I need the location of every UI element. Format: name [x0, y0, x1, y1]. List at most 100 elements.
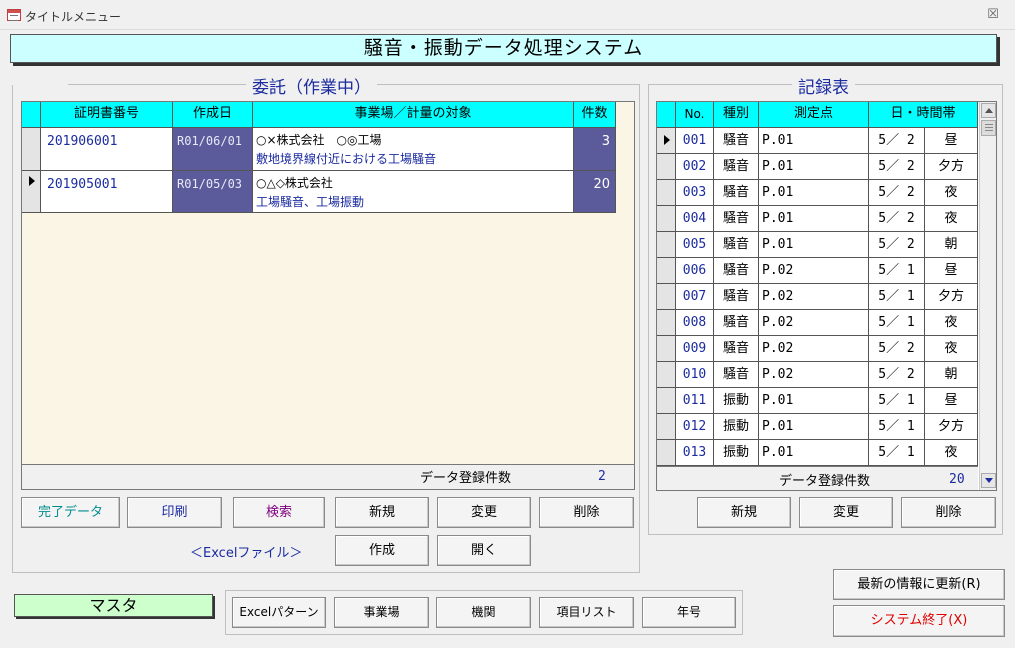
agency-master-button[interactable]: 機関 [436, 597, 531, 628]
date-cell[interactable]: R01/05/03 [173, 171, 253, 213]
record-slot-cell[interactable]: 夜 [925, 180, 978, 206]
record-type-cell[interactable]: 振動 [714, 414, 759, 440]
record-point-cell[interactable]: P.01 [759, 414, 869, 440]
business-master-button[interactable]: 事業場 [334, 597, 429, 628]
record-point-cell[interactable]: P.01 [759, 128, 869, 154]
record-type-cell[interactable]: 振動 [714, 388, 759, 414]
records-scrollbar[interactable] [979, 102, 996, 490]
record-type-cell[interactable]: 騒音 [714, 284, 759, 310]
record-type-cell[interactable]: 騒音 [714, 336, 759, 362]
record-no-cell[interactable]: 005 [676, 232, 714, 258]
delete-commission-button[interactable]: 削除 [539, 497, 634, 528]
record-type-cell[interactable]: 騒音 [714, 310, 759, 336]
record-no-cell[interactable]: 002 [676, 154, 714, 180]
record-day-cell[interactable]: 5／ 2 [869, 362, 925, 388]
record-type-cell[interactable]: 騒音 [714, 362, 759, 388]
record-point-cell[interactable]: P.02 [759, 258, 869, 284]
record-no-cell[interactable]: 012 [676, 414, 714, 440]
row-selector[interactable] [657, 388, 676, 414]
new-record-button[interactable]: 新規 [697, 497, 791, 528]
row-selector[interactable] [657, 284, 676, 310]
row-selector[interactable] [657, 440, 676, 466]
business-cell[interactable]: ○△◇株式会社 工場騒音、工場振動 [253, 171, 574, 213]
record-row[interactable]: 004 騒音 P.01 5／ 2夜 [657, 206, 978, 232]
record-no-cell[interactable]: 003 [676, 180, 714, 206]
row-selector[interactable] [657, 336, 676, 362]
record-point-cell[interactable]: P.01 [759, 180, 869, 206]
change-commission-button[interactable]: 変更 [437, 497, 531, 528]
record-no-cell[interactable]: 006 [676, 258, 714, 284]
exit-system-button[interactable]: システム終了(X) [833, 605, 1005, 637]
close-window-button[interactable]: ☒ [980, 4, 1006, 26]
record-type-cell[interactable]: 騒音 [714, 128, 759, 154]
date-cell[interactable]: R01/06/01 [173, 128, 253, 171]
row-selector[interactable] [22, 171, 41, 213]
record-day-cell[interactable]: 5／ 1 [869, 258, 925, 284]
record-type-cell[interactable]: 騒音 [714, 206, 759, 232]
record-row[interactable]: 005 騒音 P.01 5／ 2朝 [657, 232, 978, 258]
record-row[interactable]: 011 振動 P.01 5／ 1昼 [657, 388, 978, 414]
record-row[interactable]: 012 振動 P.01 5／ 1 夕方 [657, 414, 978, 440]
record-row[interactable]: 013 振動 P.01 5／ 1夜 [657, 440, 978, 466]
era-master-button[interactable]: 年号 [642, 597, 736, 628]
change-record-button[interactable]: 変更 [799, 497, 893, 528]
record-slot-cell[interactable]: 昼 [925, 258, 978, 284]
row-selector[interactable] [657, 128, 676, 154]
record-point-cell[interactable]: P.01 [759, 206, 869, 232]
record-no-cell[interactable]: 004 [676, 206, 714, 232]
row-selector[interactable] [657, 232, 676, 258]
record-slot-cell[interactable]: 朝 [925, 362, 978, 388]
row-selector[interactable] [657, 258, 676, 284]
record-row[interactable]: 001 騒音 P.01 5／ 2昼 [657, 128, 978, 154]
record-day-cell[interactable]: 5／ 1 [869, 310, 925, 336]
record-slot-cell[interactable]: 夕方 [925, 414, 978, 440]
record-slot-cell[interactable]: 昼 [925, 388, 978, 414]
column-header-day-slot[interactable]: 日・時間帯 [869, 102, 978, 128]
record-day-cell[interactable]: 5／ 1 [869, 388, 925, 414]
create-excel-button[interactable]: 作成 [335, 535, 429, 566]
cert-no-cell[interactable]: 201906001 [41, 128, 173, 171]
refresh-button[interactable]: 最新の情報に更新(R) [833, 569, 1005, 600]
record-row[interactable]: 006 騒音 P.02 5／ 1昼 [657, 258, 978, 284]
open-excel-button[interactable]: 開く [437, 535, 531, 566]
record-day-cell[interactable]: 5／ 2 [869, 232, 925, 258]
row-selector[interactable] [657, 206, 676, 232]
column-header-no[interactable]: No. [676, 102, 714, 128]
column-header-date[interactable]: 作成日 [173, 102, 253, 128]
record-day-cell[interactable]: 5／ 1 [869, 284, 925, 310]
column-header-business[interactable]: 事業場／計量の対象 [253, 102, 574, 128]
count-cell[interactable]: 3 [574, 128, 616, 171]
record-slot-cell[interactable]: 夜 [925, 440, 978, 466]
record-no-cell[interactable]: 007 [676, 284, 714, 310]
record-row[interactable]: 002 騒音 P.01 5／ 2 夕方 [657, 154, 978, 180]
scroll-thumb[interactable] [981, 120, 996, 136]
record-slot-cell[interactable]: 昼 [925, 128, 978, 154]
business-cell[interactable]: ○×株式会社 ○◎工場 敷地境界線付近における工場騒音 [253, 128, 574, 171]
record-type-cell[interactable]: 騒音 [714, 232, 759, 258]
cert-no-cell[interactable]: 201905001 [41, 171, 173, 213]
row-selector[interactable] [22, 128, 41, 171]
record-slot-cell[interactable]: 夕方 [925, 284, 978, 310]
row-selector[interactable] [657, 154, 676, 180]
record-row[interactable]: 003 騒音 P.01 5／ 2夜 [657, 180, 978, 206]
row-selector[interactable] [657, 362, 676, 388]
record-no-cell[interactable]: 010 [676, 362, 714, 388]
record-point-cell[interactable]: P.02 [759, 362, 869, 388]
record-slot-cell[interactable]: 朝 [925, 232, 978, 258]
record-row[interactable]: 009 騒音 P.02 5／ 2夜 [657, 336, 978, 362]
record-point-cell[interactable]: P.01 [759, 232, 869, 258]
scroll-up-arrow-icon[interactable] [981, 103, 996, 118]
column-header-cert-no[interactable]: 証明書番号 [41, 102, 173, 128]
record-no-cell[interactable]: 008 [676, 310, 714, 336]
record-no-cell[interactable]: 009 [676, 336, 714, 362]
record-no-cell[interactable]: 013 [676, 440, 714, 466]
search-button[interactable]: 検索 [233, 497, 325, 528]
record-row[interactable]: 007 騒音 P.02 5／ 1 夕方 [657, 284, 978, 310]
commission-row[interactable]: 201906001 R01/06/01 ○×株式会社 ○◎工場 敷地境界線付近に… [22, 128, 616, 171]
record-slot-cell[interactable]: 夕方 [925, 154, 978, 180]
record-point-cell[interactable]: P.01 [759, 388, 869, 414]
column-header-type[interactable]: 種別 [714, 102, 759, 128]
record-no-cell[interactable]: 001 [676, 128, 714, 154]
print-button[interactable]: 印刷 [127, 497, 222, 528]
record-day-cell[interactable]: 5／ 2 [869, 206, 925, 232]
